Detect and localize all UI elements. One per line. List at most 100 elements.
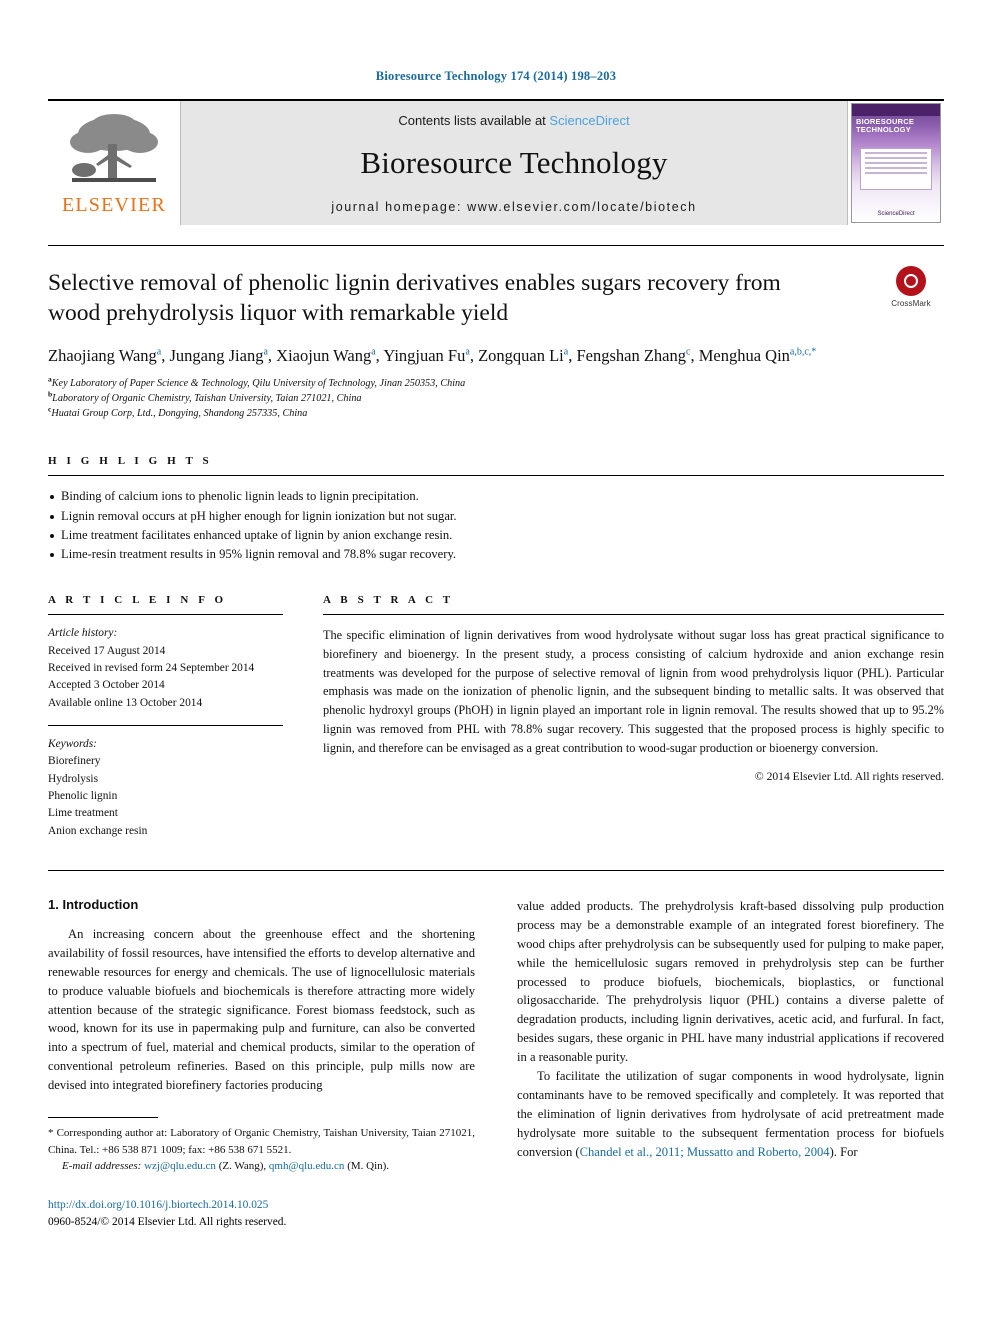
- paragraph-text-after-citation: ). For: [829, 1144, 858, 1159]
- article-history-item: Accepted 3 October 2014: [48, 679, 165, 692]
- citation-link[interactable]: Chandel et al., 2011; Mussatto and Rober…: [580, 1145, 830, 1159]
- author-name[interactable]: Zongquan Li: [478, 346, 564, 365]
- footnote-rule: [48, 1117, 158, 1119]
- sciencedirect-link[interactable]: ScienceDirect: [549, 113, 629, 128]
- abstract-column: A B S T R A C T The specific elimination…: [323, 594, 944, 840]
- email-link-qin[interactable]: qmh@qlu.edu.cn: [269, 1160, 345, 1172]
- article-info-rule: Article history: Received 17 August 2014…: [48, 614, 283, 712]
- elsevier-logo: ELSEVIER: [48, 100, 180, 225]
- author-name[interactable]: Jungang Jiang: [170, 346, 264, 365]
- affiliation-list: aKey Laboratory of Paper Science & Techn…: [48, 375, 944, 421]
- corresponding-author-note: * Corresponding author at: Laboratory of…: [48, 1127, 475, 1156]
- email-addresses-note: E-mail addresses: wzj@qlu.edu.cn (Z. Wan…: [48, 1158, 475, 1175]
- keywords-rule: Keywords: Biorefinery Hydrolysis Phenolic …: [48, 725, 283, 840]
- keyword-item[interactable]: Biorefinery: [48, 753, 283, 770]
- highlights-rule: Binding of calcium ions to phenolic lign…: [48, 475, 944, 564]
- author-affiliation-mark: a: [465, 346, 470, 358]
- cover-top-band: [852, 103, 940, 116]
- affiliation-item: bLaboratory of Organic Chemistry, Taisha…: [48, 391, 944, 406]
- cover-title-text: BIORESOURCE TECHNOLOGY: [856, 116, 915, 134]
- crossmark-label: CrossMark: [891, 298, 931, 308]
- affiliation-text: Key Laboratory of Paper Science & Techno…: [51, 378, 466, 390]
- keyword-item[interactable]: Phenolic lignin: [48, 788, 283, 805]
- affiliation-item: aKey Laboratory of Paper Science & Techn…: [48, 375, 944, 391]
- author-affiliation-mark: c: [686, 346, 691, 358]
- email-addresses-label: E-mail addresses:: [62, 1160, 142, 1173]
- journal-homepage-line[interactable]: journal homepage: www.elsevier.com/locat…: [331, 200, 696, 214]
- abstract-rule: The specific elimination of lignin deriv…: [323, 614, 944, 783]
- keyword-item[interactable]: Hydrolysis: [48, 771, 283, 788]
- title-block: Selective removal of phenolic lignin der…: [48, 244, 944, 422]
- article-history-block: Article history: Received 17 August 2014…: [48, 625, 283, 712]
- contents-prefix-text: Contents lists available at: [398, 113, 550, 128]
- keywords-block: Keywords: Biorefinery Hydrolysis Phenolic …: [48, 736, 283, 840]
- keywords-label: Keywords:: [48, 738, 97, 751]
- elsevier-wordmark: ELSEVIER: [61, 194, 167, 216]
- highlight-item: Lignin removal occurs at pH higher enoug…: [48, 507, 944, 526]
- author-affiliation-mark: a: [371, 346, 376, 358]
- keyword-item[interactable]: Lime treatment: [48, 805, 283, 822]
- journal-title: Bioresource Technology: [360, 145, 668, 180]
- page-title: Selective removal of phenolic lignin der…: [48, 269, 781, 326]
- cover-footer-text: ScienceDirect: [877, 210, 915, 217]
- crossmark-icon: [896, 265, 926, 296]
- introduction-paragraph-left: An increasing concern about the greenhou…: [48, 927, 475, 1093]
- abstract-heading: A B S T R A C T: [323, 594, 454, 607]
- doi-link[interactable]: http://dx.doi.org/10.1016/j.biortech.201…: [48, 1197, 475, 1214]
- highlights-section: H I G H L I G H T S Binding of calcium i…: [48, 455, 944, 564]
- author-affiliation-mark: a,b,c,*: [789, 346, 817, 358]
- keyword-item[interactable]: Anion exchange resin: [48, 823, 283, 840]
- article-history-item: Received 17 August 2014: [48, 644, 166, 657]
- introduction-paragraph-right-2: To facilitate the utilization of sugar c…: [517, 1067, 944, 1161]
- body-right-column: value added products. The prehydrolysis …: [517, 897, 944, 1231]
- article-info-column: A R T I C L E I N F O Article history: R…: [48, 594, 283, 840]
- article-history-list: Received 17 August 2014 Received in revis…: [48, 643, 283, 712]
- masthead-right: BIORESOURCE TECHNOLOGY ScienceDirect: [848, 100, 944, 225]
- journal-cover-thumbnail[interactable]: BIORESOURCE TECHNOLOGY ScienceDirect: [851, 102, 941, 223]
- affiliation-text: Laboratory of Organic Chemistry, Taishan…: [52, 393, 362, 405]
- email-owner-wang: (Z. Wang),: [215, 1160, 269, 1173]
- introduction-heading: 1. Introduction: [48, 897, 139, 913]
- author-affiliation-mark: a: [263, 346, 268, 358]
- body-left-column: 1. Introduction An increasing concern ab…: [48, 897, 475, 1231]
- article-history-item: Received in revised form 24 September 20…: [48, 662, 255, 675]
- highlight-item: Lime-resin treatment results in 95% lign…: [48, 545, 944, 564]
- affiliation-item: cHuatai Group Corp, Ltd., Dongying, Shan…: [48, 406, 944, 421]
- journal-masthead: ELSEVIER Contents lists available at Sci…: [48, 98, 944, 225]
- issn-copyright-line: 0960-8524/© 2014 Elsevier Ltd. All right…: [48, 1215, 287, 1228]
- highlight-item: Binding of calcium ions to phenolic lign…: [48, 487, 944, 506]
- article-history-label: Article history:: [48, 627, 118, 640]
- author-name[interactable]: Fengshan Zhang: [576, 346, 686, 365]
- author-list: Zhaojiang Wanga, Jungang Jianga, Xiaojun…: [48, 345, 817, 365]
- author-name[interactable]: Xiaojun Wang: [276, 346, 371, 365]
- elsevier-tree-icon: [70, 114, 158, 182]
- keywords-list: Biorefinery Hydrolysis Phenolic lignin Lime…: [48, 753, 283, 840]
- footnote-block: * Corresponding author at: Laboratory of…: [48, 1117, 475, 1231]
- affiliation-text: Huatai Group Corp, Ltd., Dongying, Shand…: [51, 408, 308, 420]
- body-separator: [48, 870, 944, 872]
- doi-block: http://dx.doi.org/10.1016/j.biortech.201…: [48, 1197, 475, 1231]
- highlight-item: Lime treatment facilitates enhanced upta…: [48, 526, 944, 545]
- email-owner-qin: (M. Qin).: [344, 1160, 390, 1173]
- author-name[interactable]: Zhaojiang Wang: [48, 346, 157, 365]
- highlights-list: Binding of calcium ions to phenolic lign…: [48, 487, 944, 564]
- email-link-wang[interactable]: wzj@qlu.edu.cn: [144, 1160, 216, 1172]
- crossmark-badge[interactable]: CrossMark: [878, 265, 944, 308]
- abstract-text: The specific elimination of lignin deriv…: [323, 628, 944, 755]
- body-columns: 1. Introduction An increasing concern ab…: [48, 897, 944, 1231]
- running-head: Bioresource Technology 174 (2014) 198–20…: [375, 69, 617, 83]
- author-name[interactable]: Yingjuan Fu: [383, 346, 465, 365]
- article-info-heading: A R T I C L E I N F O: [48, 594, 227, 607]
- journal-article-page: Bioresource Technology 174 (2014) 198–20…: [0, 0, 992, 1323]
- cover-illustration: [860, 147, 932, 190]
- author-name[interactable]: Menghua Qin: [699, 346, 790, 365]
- contents-lists-line: Contents lists available at ScienceDirec…: [398, 113, 629, 128]
- abstract-copyright: © 2014 Elsevier Ltd. All rights reserved…: [754, 770, 944, 784]
- introduction-paragraph-right-1: value added products. The prehydrolysis …: [517, 899, 944, 1065]
- highlights-heading: H I G H L I G H T S: [48, 455, 213, 468]
- author-affiliation-mark: a: [563, 346, 569, 358]
- author-affiliation-mark: a: [156, 346, 162, 358]
- masthead-center: Contents lists available at ScienceDirec…: [180, 100, 848, 225]
- info-abstract-row: A R T I C L E I N F O Article history: R…: [48, 594, 944, 840]
- article-history-item: Available online 13 October 2014: [48, 696, 203, 709]
